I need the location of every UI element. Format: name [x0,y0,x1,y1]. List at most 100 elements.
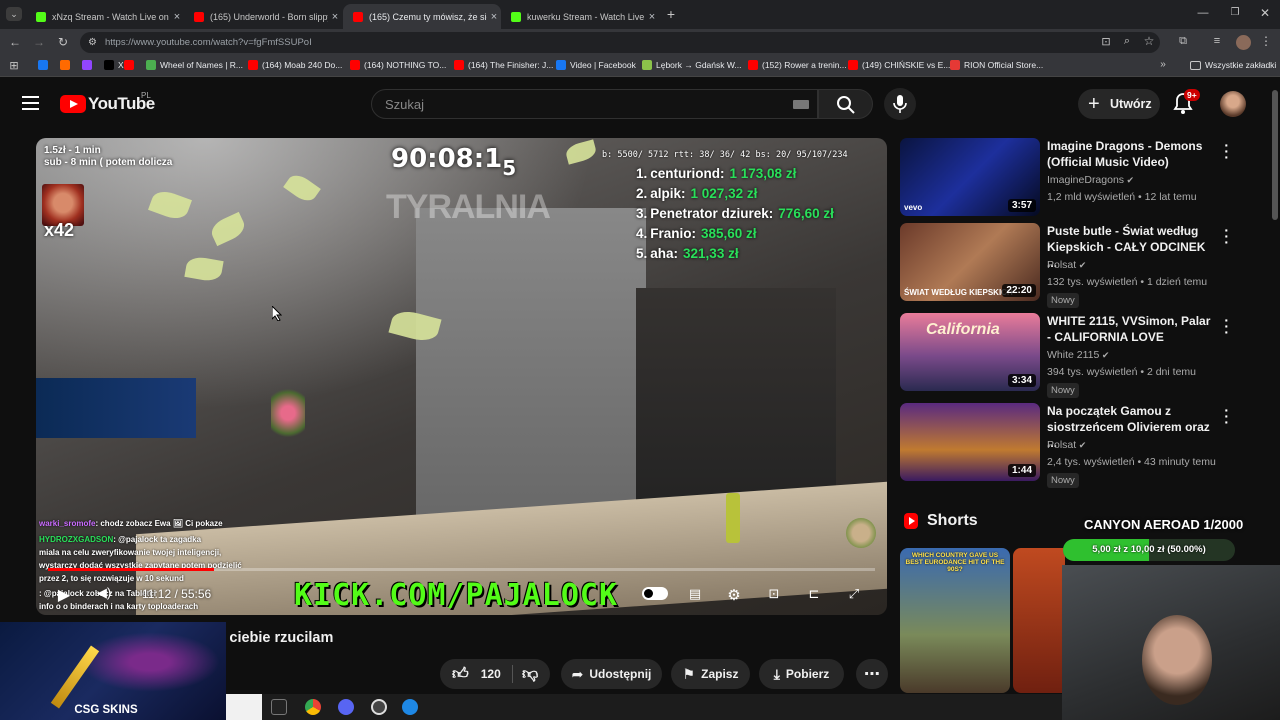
bookmark-item[interactable] [82,60,96,70]
maximize-icon[interactable]: ❐ [1228,7,1242,18]
play-icon[interactable]: ▶ [52,585,76,604]
bookmark-item[interactable]: Wheel of Names | R... [146,60,243,70]
more-options-icon[interactable]: · · · [1224,313,1229,339]
channel-name[interactable]: Polsat ✔ [1047,259,1086,271]
zoom-icon[interactable]: ⌕ [1120,35,1134,48]
bookmark-item[interactable]: Lębork → Gdańsk W... [642,60,742,70]
short-video-1[interactable]: WHICH COUNTRY GAVE US BEST EURODANCE HIT… [900,548,1010,693]
video-thumbnail[interactable]: 1:44 [900,403,1040,481]
back-icon[interactable]: ← [8,35,22,49]
related-video-item[interactable]: California 3:34 WHITE 2115, VVSimon, Palar… [900,313,1265,398]
profile-avatar[interactable] [1236,35,1251,50]
bookmark-star-icon[interactable]: ☆ [1142,34,1156,48]
more-bookmarks-icon[interactable]: » [1158,59,1168,70]
more-options-icon[interactable]: · · · [1224,138,1229,164]
bookmark-item[interactable] [38,60,52,70]
video-thumbnail[interactable]: vevo 3:57 [900,138,1040,216]
create-button[interactable]: + Utwórz [1078,89,1160,119]
share-button[interactable]: ➦ Udostępnij [561,659,662,689]
dislike-icon[interactable]: 👎︎ [522,665,538,684]
channel-name[interactable]: White 2115 ✔ [1047,349,1109,361]
related-video-item[interactable]: 1:44 Na początek Gamou z siostrzeńcem Oli… [900,403,1265,488]
reload-icon[interactable]: ↻ [56,35,70,49]
discord-icon[interactable] [338,699,354,715]
bookmark-favicon-icon [950,60,960,70]
tab-kick-2[interactable]: kuwerku Stream - Watch Live on × [501,4,659,29]
notifications-button[interactable]: 9+ [1173,89,1200,116]
obs-icon[interactable] [371,699,387,715]
extensions-icon[interactable]: ⧉ [1176,35,1190,48]
video-thumbnail[interactable]: ŚWIAT WEDŁUG KIEPSKICH 22:20 [900,223,1040,301]
media-control-icon[interactable]: ≡ [1210,35,1224,47]
bookmark-item[interactable]: (164) Moab 240 Do... [248,60,342,70]
channel-name[interactable]: Polsat ✔ [1047,439,1086,451]
bookmark-label: Wheel of Names | R... [160,60,243,70]
close-window-icon[interactable]: ✕ [1258,6,1272,20]
bookmark-item[interactable]: (149) CHIŃSKIE vs E... [848,60,950,70]
more-options-icon[interactable]: · · · [1224,403,1229,429]
new-tab-button[interactable]: + [664,6,678,22]
volume-icon[interactable]: ◀) [92,585,116,601]
bookmark-item[interactable]: X [104,60,124,70]
bookmark-item[interactable]: (152) Rower a trenin... [748,60,847,70]
tab-search-icon[interactable]: ⌄ [6,7,22,21]
related-video-item[interactable]: ŚWIAT WEDŁUG KIEPSKICH 22:20 Puste butle -… [900,223,1265,308]
bookmark-item[interactable] [60,60,74,70]
taskbar-search-box[interactable] [226,694,262,720]
close-icon[interactable]: × [487,11,501,23]
forward-icon[interactable]: → [32,35,46,49]
tab-kick-1[interactable]: xNzq Stream - Watch Live on K × [26,4,184,29]
keyboard-icon[interactable] [793,100,809,109]
bookmark-item[interactable] [124,60,138,70]
channel-watermark-icon[interactable] [846,518,876,548]
tab-youtube-underworld[interactable]: (165) Underworld - Born slippy × [184,4,342,29]
video-thumbnail[interactable]: California 3:34 [900,313,1040,391]
like-icon[interactable]: 👍︎ [452,665,469,684]
progress-bar[interactable] [48,568,875,571]
hamburger-menu-icon[interactable] [22,96,39,110]
menu-icon[interactable]: ⋮ [1260,34,1272,48]
cast-icon[interactable]: ⊏ [802,586,826,602]
bookmark-item[interactable]: (164) The Finisher: J... [454,60,553,70]
apps-grid-icon[interactable]: ⊞ [8,59,20,72]
minimize-icon[interactable]: — [1196,7,1210,19]
channel-name[interactable]: ImagineDragons ✔ [1047,174,1134,186]
search-button[interactable] [818,89,873,119]
bookmark-item[interactable]: RION Official Store... [950,60,1043,70]
install-icon[interactable]: ⊡ [1099,35,1113,48]
close-icon[interactable]: × [645,11,659,23]
more-options-icon[interactable]: · · · [1224,223,1229,249]
download-button[interactable]: ⤓ Pobierz [759,659,844,689]
fullscreen-icon[interactable]: ⤢ [842,586,866,602]
related-video-title[interactable]: WHITE 2115, VVSimon, Palar - CALIFORNIA … [1047,313,1217,345]
terminal-icon[interactable] [271,699,287,715]
bookmark-item[interactable]: (164) NOTHING TO... [350,60,446,70]
bookmark-item[interactable]: Video | Facebook [556,60,636,70]
search-input[interactable]: Szukaj [371,89,818,119]
site-info-icon[interactable]: ⚙ [88,32,97,53]
address-bar[interactable]: ⚙ https://www.youtube.com/watch?v=fgFmfS… [80,32,1160,53]
chrome-icon[interactable] [305,699,321,715]
voice-search-button[interactable] [884,88,916,120]
subtitles-icon[interactable]: ▤ [683,586,707,602]
short-video-2[interactable] [1013,548,1065,693]
close-icon[interactable]: × [170,11,184,23]
like-count[interactable]: 120 [481,667,501,681]
miniplayer-icon[interactable]: ⊡ [762,586,786,602]
more-actions-button[interactable]: ⋯ [856,659,888,689]
related-video-title[interactable]: Imagine Dragons - Demons (Official Music… [1047,138,1217,170]
tab-youtube-active[interactable]: (165) Czemu ty mówisz, że się r × [343,4,501,29]
all-bookmarks-folder[interactable]: Wszystkie zakładki [1190,60,1276,70]
network-stats: b: 5500/ 5712 rtt: 38/ 36/ 42 bs: 20/ 95… [602,150,848,160]
close-icon[interactable]: × [328,11,342,23]
youtube-logo-icon[interactable] [60,95,86,113]
account-avatar[interactable] [1220,91,1246,117]
save-button[interactable]: ⚑ Zapisz [671,659,750,689]
related-video-item[interactable]: vevo 3:57 Imagine Dragons - Demons (Offici… [900,138,1265,218]
video-player[interactable]: 1.5zł - 1 min sub - 8 min ( potem dolicz… [36,138,887,615]
app-icon[interactable] [402,699,418,715]
settings-icon[interactable]: ⚙ [722,586,746,604]
autoplay-toggle[interactable] [642,587,668,600]
page-scrollbar[interactable] [1272,90,1278,220]
leaderboard-row: 2. alpik: 1 027,32 zł [636,186,757,201]
